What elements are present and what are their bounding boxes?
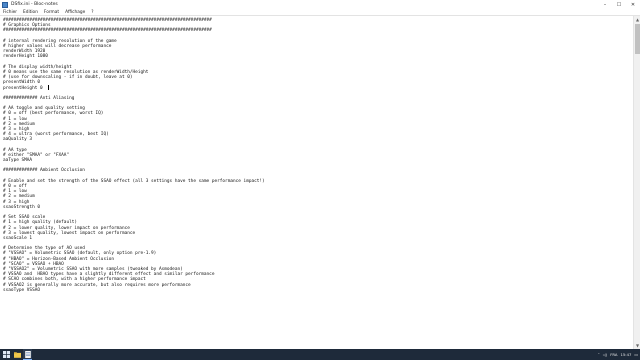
menu-affichage[interactable]: Affichage — [62, 9, 88, 16]
menu-bar: Fichier Edition Format Affichage ? — [0, 9, 640, 16]
menu-format[interactable]: Format — [41, 9, 62, 16]
notification-icon[interactable]: ▭ — [634, 352, 638, 357]
vertical-scrollbar[interactable]: ▲ ▼ — [633, 16, 640, 349]
text-line — [3, 340, 633, 345]
notepad-icon — [2, 1, 8, 8]
clock[interactable]: 15:47 — [620, 352, 631, 357]
system-tray: ˄ ◁) FRA 15:47 ▭ — [595, 349, 638, 360]
menu-edition[interactable]: Edition — [20, 9, 41, 16]
volume-icon[interactable]: ◁) — [603, 352, 607, 357]
window-controls: – ☐ ✕ — [598, 0, 640, 9]
chevron-up-icon[interactable]: ˄ — [598, 352, 600, 357]
file-explorer-icon[interactable] — [13, 349, 22, 360]
scroll-up-arrow-icon[interactable]: ▲ — [634, 16, 640, 23]
maximize-button[interactable]: ☐ — [612, 0, 626, 9]
scroll-thumb[interactable] — [635, 24, 640, 54]
windows-start-icon[interactable] — [0, 349, 12, 360]
menu-help[interactable]: ? — [88, 9, 96, 16]
close-button[interactable]: ✕ — [626, 0, 640, 9]
scroll-down-arrow-icon[interactable]: ▼ — [634, 342, 640, 349]
minimize-button[interactable]: – — [598, 0, 612, 9]
text-editor-area[interactable]: ########################################… — [0, 16, 633, 349]
taskbar: ˄ ◁) FRA 15:47 ▭ — [0, 349, 640, 360]
text-caret — [47, 85, 49, 91]
language-indicator[interactable]: FRA — [610, 352, 617, 357]
notepad-taskbar-icon[interactable] — [23, 349, 32, 360]
menu-fichier[interactable]: Fichier — [0, 9, 20, 16]
